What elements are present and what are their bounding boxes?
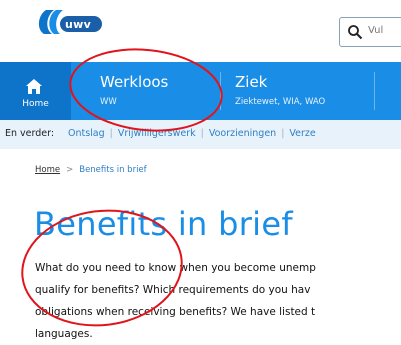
divider: | [109, 128, 113, 139]
intro-line: qualify for benefits? Which requirements… [35, 284, 311, 296]
intro-line: obligations when receiving benefits? We … [35, 306, 316, 318]
site-header: uwv Vul [0, 0, 401, 47]
divider: | [200, 128, 204, 139]
logo-text: uwv [65, 18, 92, 31]
breadcrumb-home-link[interactable]: Home [35, 165, 60, 175]
page-title: Benefits in brief [34, 205, 293, 243]
secondary-link-ontslag[interactable]: Ontslag [68, 128, 105, 139]
secondary-link-verze[interactable]: Verze [289, 128, 315, 139]
secondary-link-vrijwilligerswerk[interactable]: Vrijwilligerswerk [118, 128, 196, 139]
secondary-nav-links: Ontslag | Vrijwilligerswerk | Voorzieningen |… [68, 128, 316, 139]
home-icon [26, 79, 42, 94]
nav-divider [374, 72, 375, 110]
home-label: Home [22, 99, 49, 109]
intro-paragraph: What do you need to know when you become… [35, 257, 401, 345]
breadcrumb-separator: > [66, 165, 74, 175]
breadcrumb: Home > Benefits in brief [35, 165, 147, 175]
nav-item-subtitle: WW [100, 97, 117, 107]
nav-item-title: Werkloos [100, 73, 169, 91]
nav-item-werkloos[interactable]: Werkloos WW [86, 62, 220, 120]
uwv-logo[interactable]: uwv [36, 7, 114, 37]
secondary-nav-label: En verder: [5, 128, 55, 139]
nav-item-subtitle: Ziektewet, WIA, WAO [235, 97, 326, 107]
search-placeholder: Vul [368, 25, 384, 36]
intro-line: languages. [35, 328, 93, 340]
main-nav: Home Werkloos WW Ziek Ziektewet, WIA, WA… [0, 62, 401, 120]
breadcrumb-current[interactable]: Benefits in brief [79, 165, 146, 175]
search-icon[interactable] [347, 24, 363, 40]
divider: | [281, 128, 285, 139]
nav-home[interactable]: Home [0, 62, 71, 120]
intro-line: What do you need to know when you become… [35, 262, 316, 274]
secondary-nav: En verder: Ontslag | Vrijwilligerswerk | Voo… [0, 120, 401, 149]
search-input[interactable]: Vul [339, 17, 401, 47]
nav-item-ziek[interactable]: Ziek Ziektewet, WIA, WAO [221, 62, 374, 120]
nav-item-title: Ziek [235, 73, 268, 91]
secondary-link-voorzieningen[interactable]: Voorzieningen [209, 128, 276, 139]
